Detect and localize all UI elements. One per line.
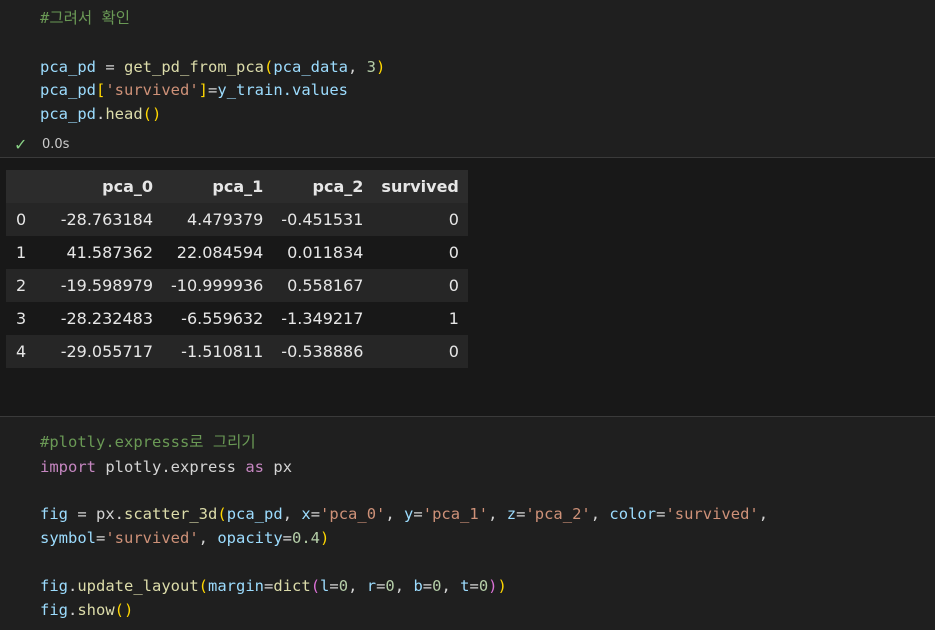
code-token: 'pca_1' <box>422 505 489 523</box>
table-cell: -29.055717 <box>60 342 153 361</box>
code-line-assign-survived: pca_pd['survived']=y_train.values <box>40 81 349 99</box>
code-token: fig <box>40 505 68 523</box>
table-cell: -6.559632 <box>181 309 264 328</box>
code-token: get_pd_from_pca <box>124 58 264 76</box>
table-cell: -28.232483 <box>60 309 153 328</box>
code-token: as <box>245 458 265 476</box>
table-row: 0 -28.763184 4.479379 -0.451531 0 <box>6 203 468 236</box>
code-line-import: import plotly.express as px <box>40 455 292 479</box>
code-line-head: pca_pd.head() <box>40 105 162 123</box>
table-header-row: pca_0 pca_1 pca_2 survived <box>6 170 468 203</box>
execution-status: ✓ 0.0s <box>14 134 69 154</box>
table-cell: -28.763184 <box>60 210 153 229</box>
code-token: 'pca_2' <box>525 505 591 523</box>
column-header: pca_1 <box>212 177 264 196</box>
code-cell-2[interactable]: #plotly.expresss로 그리기 import plotly.expr… <box>0 417 935 630</box>
check-icon: ✓ <box>14 134 28 154</box>
code-token: 'survived' <box>665 505 759 523</box>
table-row: 4 -29.055717 -1.510811 -0.538886 0 <box>6 335 468 368</box>
code-token: update_layout <box>77 577 199 595</box>
code-token: pca_pd <box>226 505 283 523</box>
row-index: 3 <box>16 309 27 328</box>
cell-output: pca_0 pca_1 pca_2 survived 0 -28.763184 … <box>0 158 935 416</box>
code-token: pca_pd <box>40 81 96 99</box>
table-cell: -1.510811 <box>181 342 264 361</box>
row-index: 1 <box>16 243 27 262</box>
execution-time: 0.0s <box>42 136 70 152</box>
code-token: pca_pd <box>40 58 96 76</box>
table-cell: 0 <box>448 210 459 229</box>
dataframe-table: pca_0 pca_1 pca_2 survived 0 -28.763184 … <box>6 170 468 368</box>
code-token: y_train.values <box>217 81 349 99</box>
table-row: 1 41.587362 22.084594 0.011834 0 <box>6 236 468 269</box>
table-cell: -10.999936 <box>171 276 264 295</box>
code-token: plotly.express <box>105 458 236 476</box>
code-token: px <box>96 505 115 523</box>
column-header: pca_2 <box>312 177 364 196</box>
table-cell: -1.349217 <box>281 309 364 328</box>
table-cell: 0 <box>448 243 459 262</box>
code-line-show: fig.show() <box>40 601 134 619</box>
code-line-update-layout: fig.update_layout(margin=dict(l=0, r=0, … <box>40 577 507 595</box>
code-token: fig <box>40 601 68 619</box>
code-token: import <box>40 458 96 476</box>
code-token: 'pca_0' <box>320 505 386 523</box>
table-cell: 0 <box>448 276 459 295</box>
code-token: fig <box>40 577 68 595</box>
table-cell: 4.479379 <box>186 210 264 229</box>
table-row: 2 -19.598979 -10.999936 0.558167 0 <box>6 269 468 302</box>
table-cell: -19.598979 <box>60 276 153 295</box>
row-index: 4 <box>16 342 27 361</box>
row-index: 0 <box>16 210 27 229</box>
code-token: scatter_3d <box>124 505 218 523</box>
table-cell: 41.587362 <box>66 243 153 262</box>
code-line-scatter-cont: symbol='survived', opacity=0.4) <box>40 529 330 547</box>
column-header: pca_0 <box>102 177 153 196</box>
code-token: 'survived' <box>105 529 199 547</box>
code-token: px <box>273 458 293 476</box>
code-token: 'survived' <box>105 81 199 99</box>
table-cell: -0.538886 <box>281 342 364 361</box>
code-token: head <box>105 105 143 123</box>
code-line-assign-pca-pd: pca_pd = get_pd_from_pca(pca_data, 3) <box>40 58 386 76</box>
table-cell: 0.558167 <box>287 276 364 295</box>
table-cell: 0 <box>448 342 459 361</box>
code-comment: #plotly.expresss로 그리기 <box>40 433 256 451</box>
code-token: 3 <box>366 58 376 76</box>
code-token: dict <box>273 577 311 595</box>
code-token: show <box>77 601 115 619</box>
table-row: 3 -28.232483 -6.559632 -1.349217 1 <box>6 302 468 335</box>
row-index: 2 <box>16 276 27 295</box>
code-token: pca_data <box>273 58 348 76</box>
table-cell: 1 <box>448 309 459 328</box>
code-comment: #그려서 확인 <box>40 9 130 27</box>
column-header: survived <box>381 177 459 196</box>
code-token: pca_pd <box>40 105 96 123</box>
code-token: 0.4 <box>292 529 321 547</box>
index-header <box>6 170 40 203</box>
table-cell: 22.084594 <box>176 243 264 262</box>
table-cell: -0.451531 <box>281 210 364 229</box>
code-cell-1[interactable]: #그려서 확인 pca_pd = get_pd_from_pca(pca_dat… <box>0 0 935 157</box>
code-line-scatter: fig = px.scatter_3d(pca_pd, x='pca_0', y… <box>40 505 769 523</box>
table-cell: 0.011834 <box>287 243 364 262</box>
